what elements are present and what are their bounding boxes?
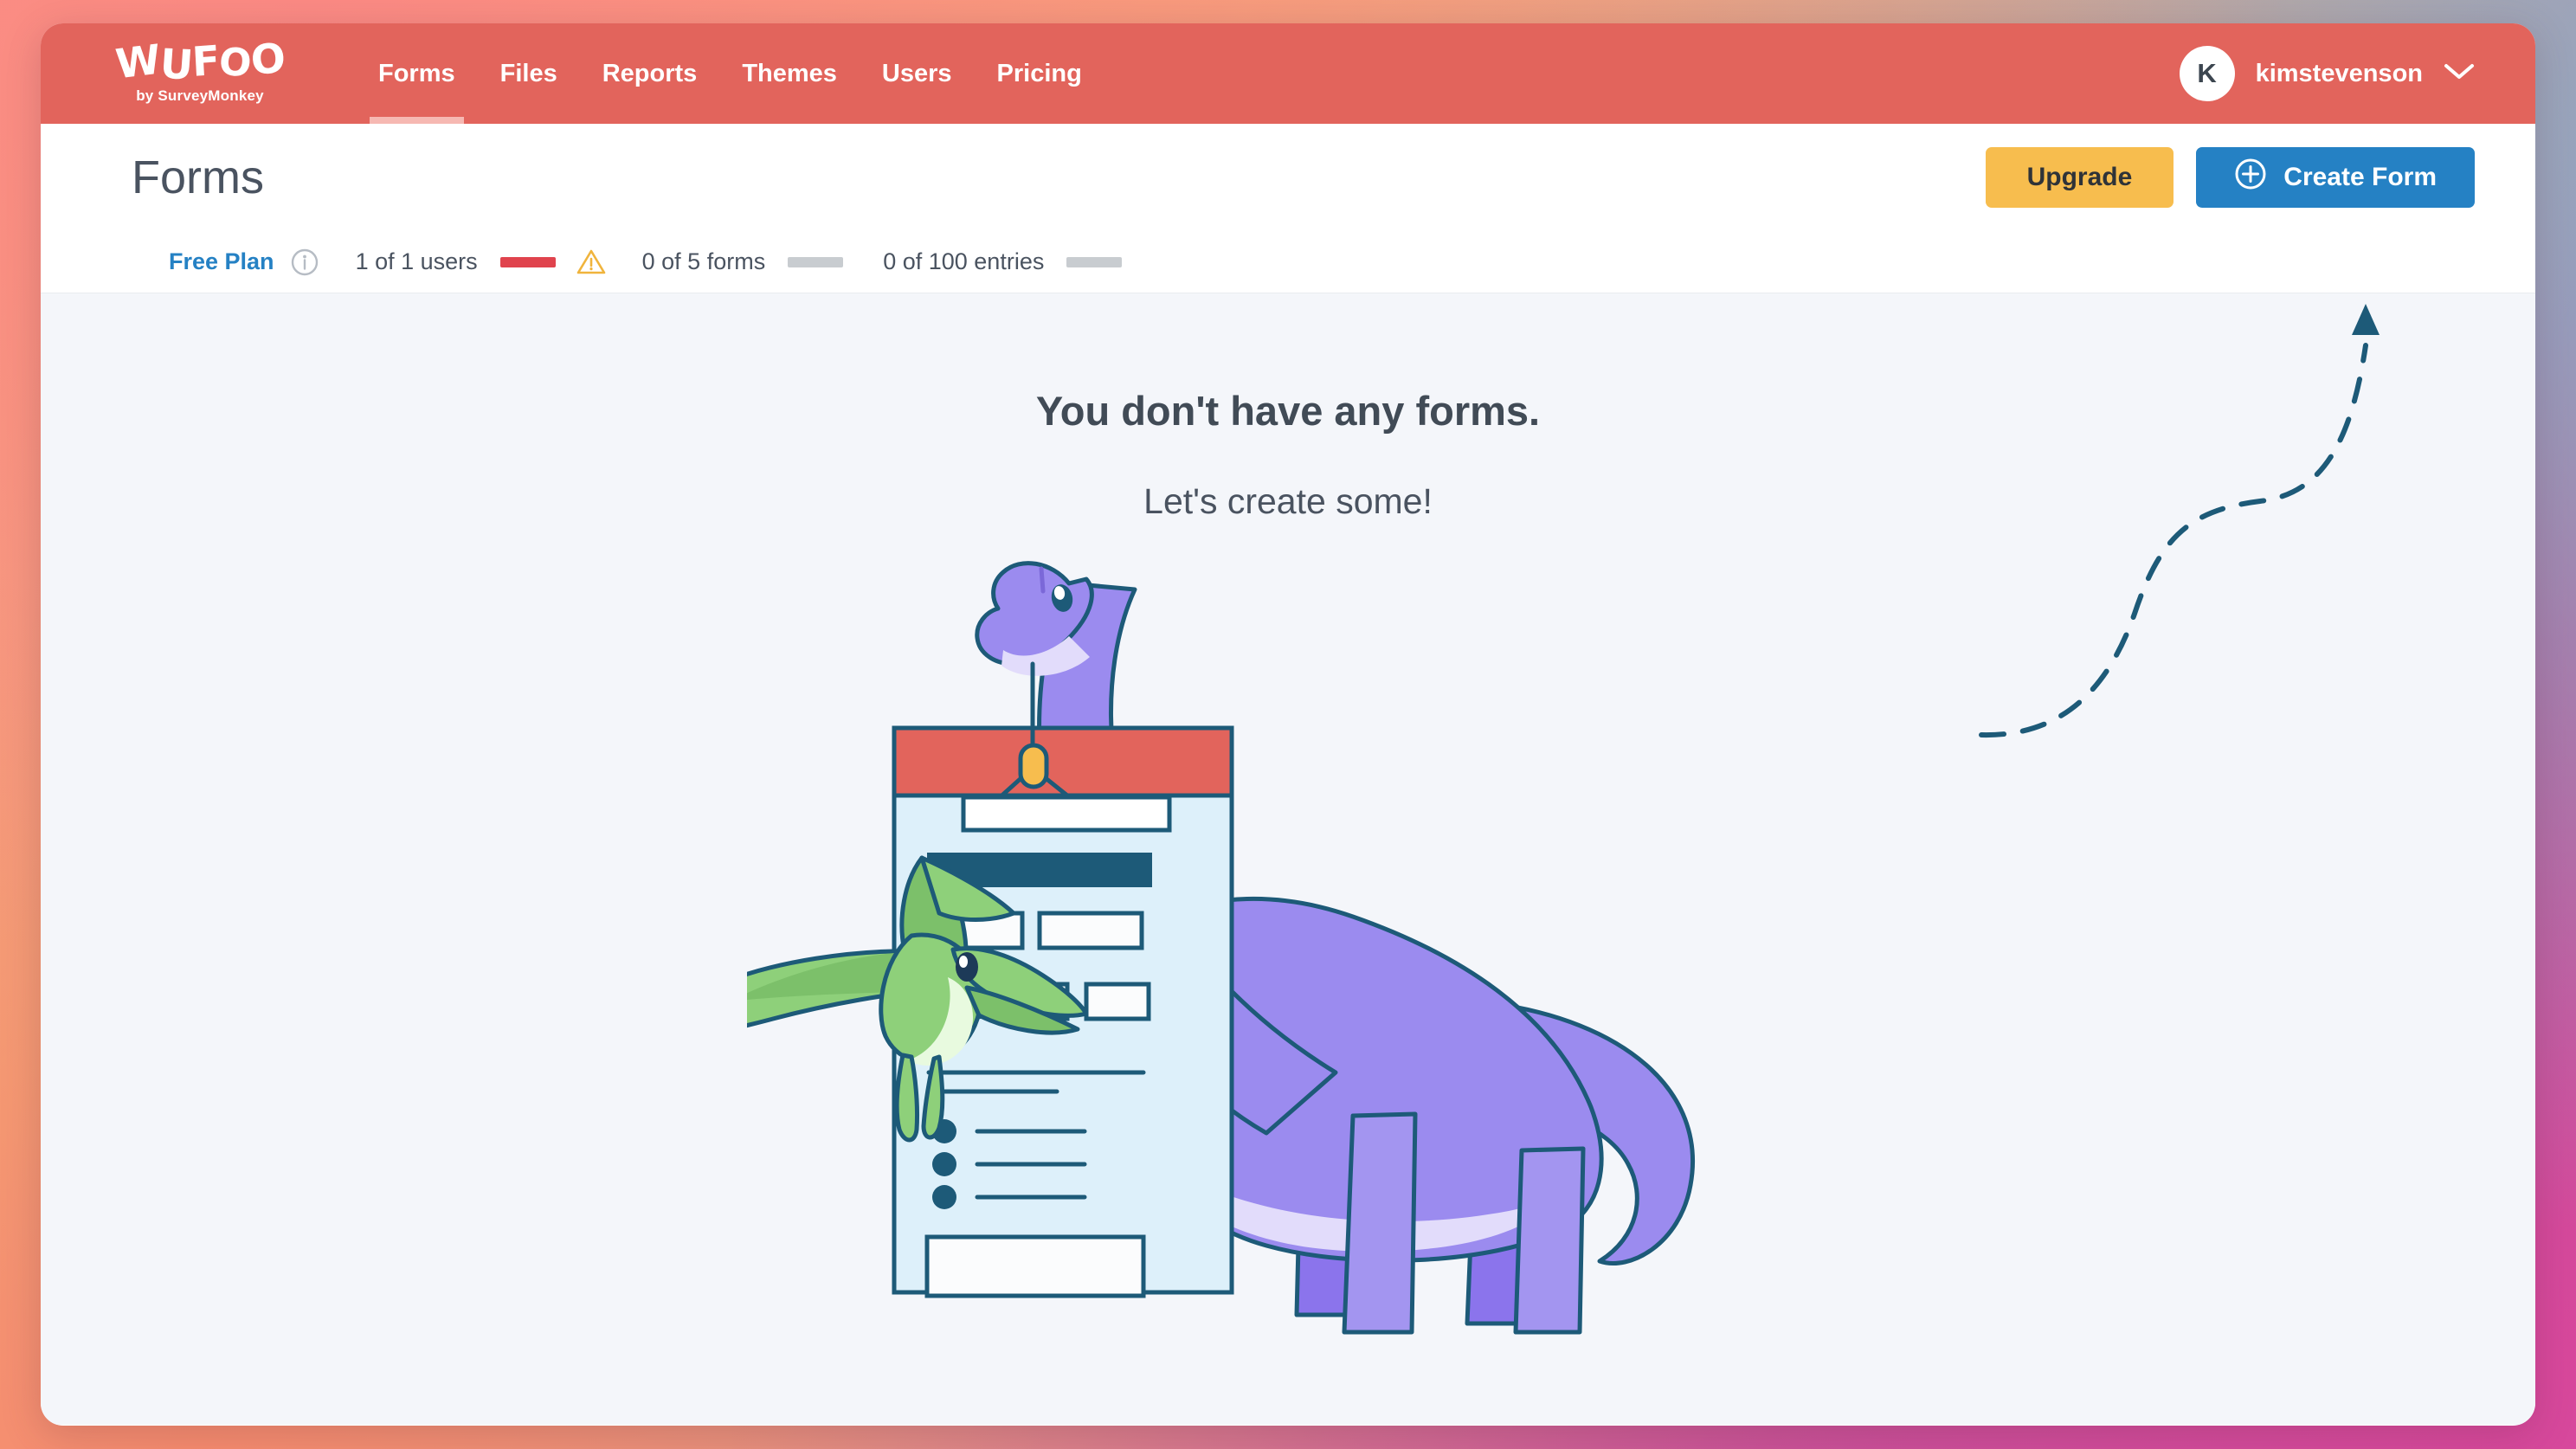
- page-title: Forms: [132, 151, 264, 203]
- usage-forms-meter: [788, 256, 844, 267]
- page-header: Forms Upgrade Create Form: [41, 124, 2535, 231]
- nav-item-reports[interactable]: Reports: [580, 23, 720, 124]
- nav-label: Themes: [742, 59, 837, 87]
- plus-circle-icon: [2234, 158, 2267, 197]
- nav-label: Reports: [602, 59, 698, 87]
- free-plan-link[interactable]: Free Plan: [169, 248, 274, 275]
- usage-users-label: 1 of 1 users: [355, 248, 478, 274]
- nav-label: Files: [499, 59, 557, 87]
- logo-letter: F: [190, 36, 221, 87]
- logo-letter: O: [248, 34, 286, 86]
- app-window: WUFOO by SurveyMonkey Forms Files Report…: [41, 23, 2535, 1426]
- upgrade-button[interactable]: Upgrade: [1985, 146, 2174, 208]
- nav-item-users[interactable]: Users: [860, 23, 975, 124]
- top-navigation-bar: WUFOO by SurveyMonkey Forms Files Report…: [41, 23, 2535, 124]
- logo-tagline: by SurveyMonkey: [136, 87, 264, 104]
- usage-entries-meter: [1066, 256, 1123, 267]
- wufoo-logo-wordmark: WUFOO: [113, 34, 286, 90]
- logo-letter: W: [113, 35, 163, 89]
- avatar-initial: K: [2197, 58, 2217, 88]
- dashed-arrow-path: [1979, 304, 2380, 738]
- main-nav-items: Forms Files Reports Themes Users Pricing: [356, 23, 1104, 124]
- nav-label: Users: [881, 59, 952, 87]
- nav-item-themes[interactable]: Themes: [719, 23, 860, 124]
- form-radio-dot: [932, 1185, 956, 1209]
- dinosaur-form-illustration: [747, 561, 1695, 1335]
- chevron-down-icon[interactable]: [2444, 62, 2475, 86]
- info-icon[interactable]: [290, 248, 319, 277]
- plan-usage-bar: Free Plan 1 of 1 users 0 of 5 forms 0 of…: [41, 231, 2535, 293]
- main-content: You don't have any forms. Let's create s…: [41, 293, 2535, 1425]
- usage-forms-label: 0 of 5 forms: [641, 248, 766, 274]
- usage-users-meter: [499, 256, 556, 267]
- nav-item-pricing[interactable]: Pricing: [975, 23, 1104, 124]
- arrow-head-icon: [2352, 304, 2380, 335]
- form-textarea: [924, 1234, 1146, 1298]
- form-radio-dot: [932, 1152, 956, 1176]
- warning-triangle-icon: [576, 248, 606, 275]
- form-input-box: [1084, 982, 1151, 1021]
- logo-letter: O: [216, 40, 253, 87]
- usage-item-users: 1 of 1 users: [356, 248, 606, 275]
- create-form-button[interactable]: Create Form: [2196, 146, 2475, 208]
- nav-label: Pricing: [996, 59, 1082, 87]
- form-input-box: [1037, 911, 1144, 950]
- usage-item-forms: 0 of 5 forms: [642, 248, 844, 275]
- usage-entries-label: 0 of 100 entries: [883, 248, 1045, 274]
- nav-item-forms[interactable]: Forms: [356, 23, 478, 124]
- wufoo-logo[interactable]: WUFOO by SurveyMonkey: [103, 34, 297, 105]
- upgrade-button-label: Upgrade: [2026, 162, 2133, 191]
- usage-item-entries: 0 of 100 entries: [883, 248, 1123, 275]
- user-menu[interactable]: K kimstevenson: [2179, 46, 2475, 101]
- nav-label: Forms: [378, 59, 455, 87]
- pendulum-weight: [1018, 743, 1049, 789]
- nav-item-files[interactable]: Files: [478, 23, 580, 124]
- avatar: K: [2179, 46, 2235, 101]
- logo-letter: U: [158, 40, 194, 90]
- create-form-button-label: Create Form: [2283, 162, 2437, 191]
- header-actions: Upgrade Create Form: [1985, 146, 2475, 208]
- username-label: kimstevenson: [2255, 59, 2423, 87]
